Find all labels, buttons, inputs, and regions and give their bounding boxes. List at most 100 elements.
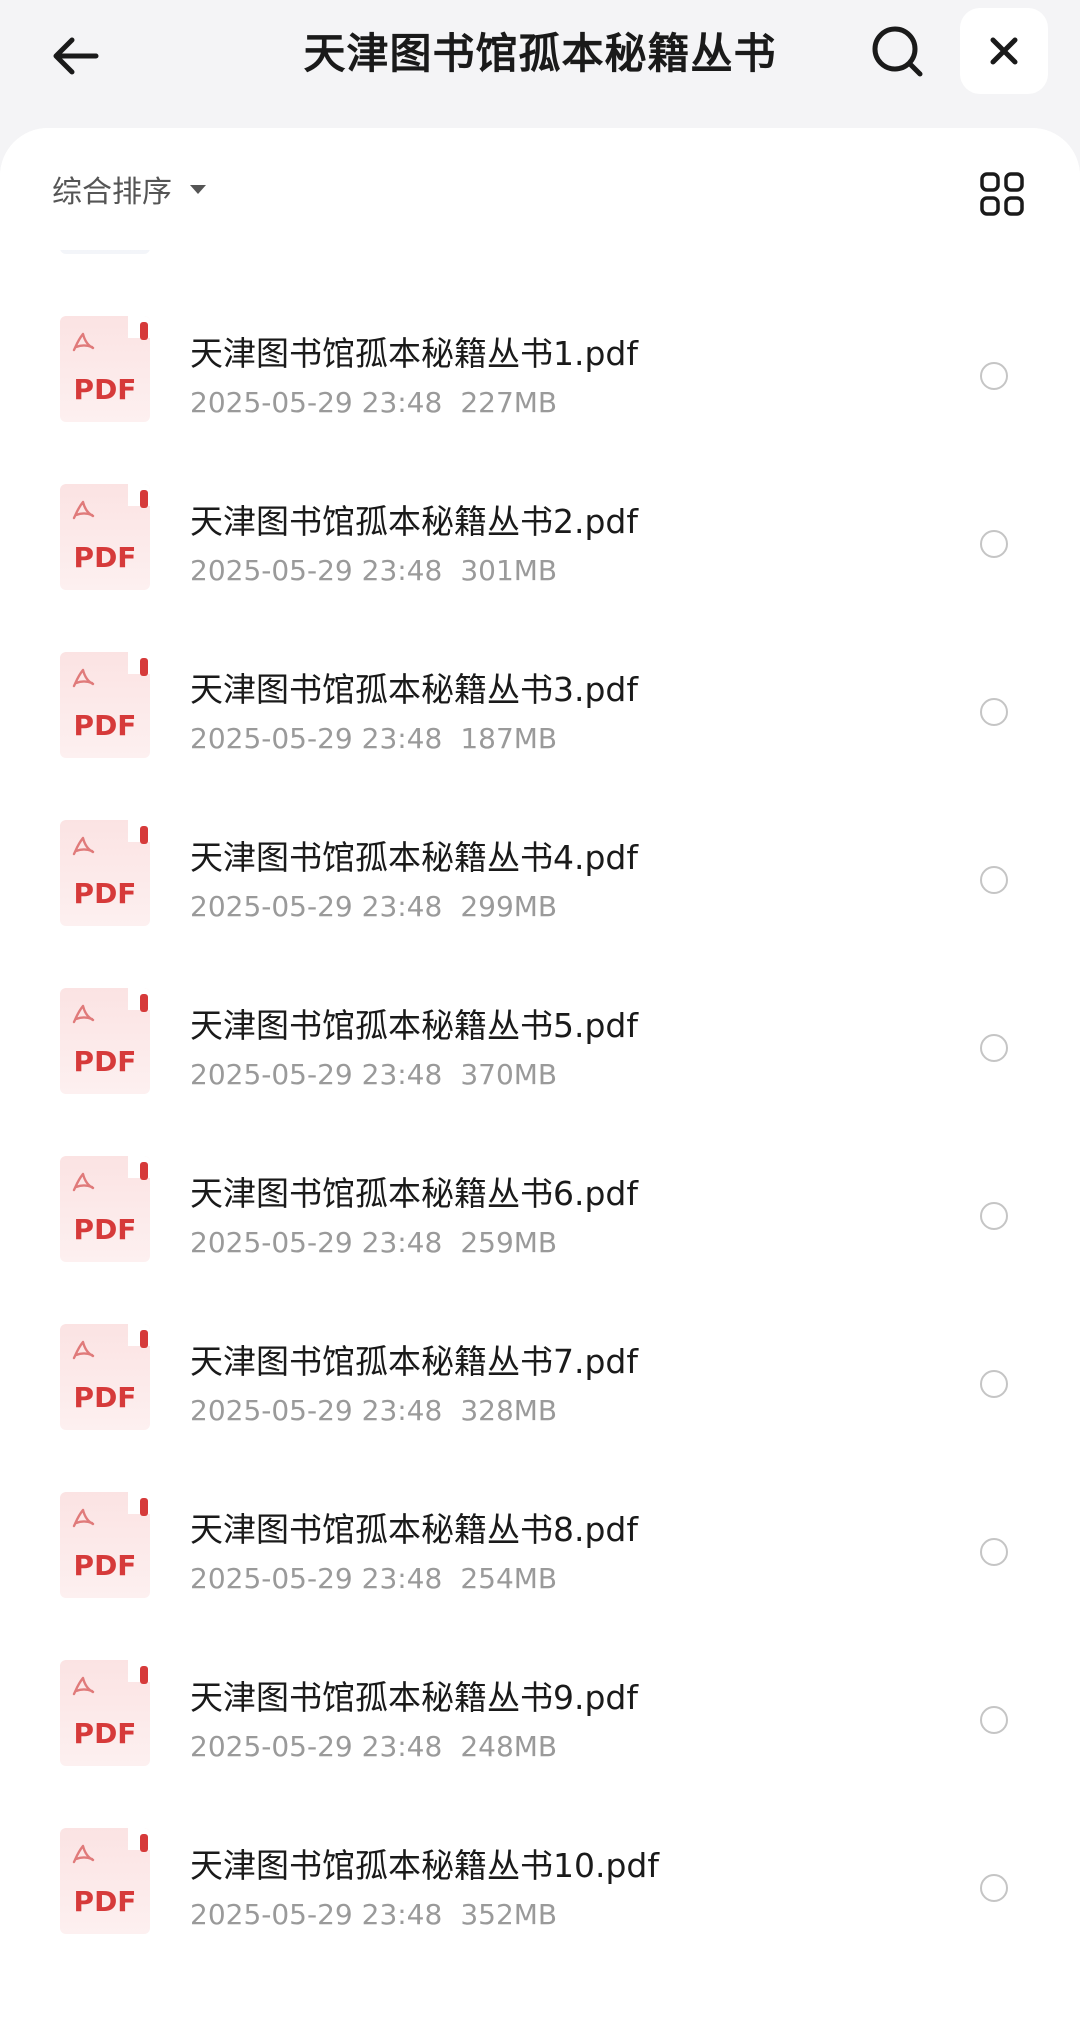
file-date: 2025-05-29 23:48 — [190, 1562, 443, 1595]
search-button[interactable] — [862, 16, 934, 88]
file-type-label: PDF — [73, 877, 137, 910]
file-size: 328MB — [460, 1394, 558, 1427]
file-name: 天津图书馆孤本秘籍丛书2.pdf — [190, 500, 638, 544]
file-name-text: 天津图书馆孤本秘籍丛书4.pdf — [190, 838, 638, 877]
file-row[interactable]: PDF 天津图书馆孤本秘籍丛书5.pdf 2025-05-29 23:48 370MB — [0, 954, 1080, 1122]
pdf-file-icon: PDF — [60, 484, 150, 590]
file-row[interactable]: PDF 天津图书馆孤本秘籍丛书1.pdf 2025-05-29 23:48 227MB — [0, 282, 1080, 450]
file-name: 天津图书馆孤本秘籍丛书9.pdf — [190, 1676, 638, 1720]
select-checkbox[interactable] — [980, 362, 1008, 390]
file-list: TXT天津图书馆孤本秘籍丛书目录.txt上次2025-05-29 23:485.… — [0, 128, 1080, 1962]
file-name-text: 天津图书馆孤本秘籍丛书6.pdf — [190, 1174, 638, 1213]
file-name: 天津图书馆孤本秘籍丛书7.pdf — [190, 1340, 638, 1384]
file-meta: 2025-05-29 23:48 299MB — [190, 890, 557, 923]
file-date: 2025-05-29 23:48 — [190, 722, 443, 755]
file-meta: 2025-05-29 23:48 370MB — [190, 1058, 557, 1091]
file-type-label: PDF — [73, 541, 137, 574]
select-checkbox[interactable] — [980, 530, 1008, 558]
pdf-file-icon: PDF — [60, 988, 150, 1094]
grid-view-button[interactable] — [972, 164, 1032, 224]
file-type-label: PDF — [73, 1549, 137, 1582]
file-date: 2025-05-29 23:48 — [190, 1394, 443, 1427]
file-size: 301MB — [460, 554, 558, 587]
file-meta: 2025-05-29 23:48 187MB — [190, 722, 557, 755]
file-row[interactable]: PDF 天津图书馆孤本秘籍丛书2.pdf 2025-05-29 23:48 301MB — [0, 450, 1080, 618]
file-meta: 2025-05-29 23:48 259MB — [190, 1226, 557, 1259]
file-name-text: 天津图书馆孤本秘籍丛书9.pdf — [190, 1678, 638, 1717]
file-type-label: PDF — [73, 1213, 137, 1246]
file-date: 2025-05-29 23:48 — [190, 386, 443, 419]
back-button[interactable] — [40, 20, 112, 92]
file-name-text: 天津图书馆孤本秘籍丛书5.pdf — [190, 1006, 638, 1045]
file-date: 2025-05-29 23:48 — [190, 554, 443, 587]
file-name-text: 天津图书馆孤本秘籍丛书1.pdf — [190, 334, 638, 373]
select-checkbox[interactable] — [980, 866, 1008, 894]
pdf-file-icon: PDF — [60, 652, 150, 758]
page-title: 天津图书馆孤本秘籍丛书 — [303, 29, 777, 78]
file-date: 2025-05-29 23:48 — [190, 1730, 443, 1763]
file-size: 227MB — [460, 386, 558, 419]
file-list-panel: 综合排序 TXT天津图书馆孤本秘籍丛书目录.txt上次2025-05-29 23… — [0, 128, 1080, 2041]
file-name-text: 天津图书馆孤本秘籍丛书2.pdf — [190, 502, 638, 541]
file-name: 天津图书馆孤本秘籍丛书5.pdf — [190, 1004, 638, 1048]
file-row[interactable]: PDF 天津图书馆孤本秘籍丛书8.pdf 2025-05-29 23:48 254MB — [0, 1458, 1080, 1626]
file-row[interactable]: PDF 天津图书馆孤本秘籍丛书4.pdf 2025-05-29 23:48 299MB — [0, 786, 1080, 954]
file-meta: 2025-05-29 23:48 328MB — [190, 1394, 557, 1427]
select-checkbox[interactable] — [980, 1034, 1008, 1062]
file-row[interactable]: PDF 天津图书馆孤本秘籍丛书3.pdf 2025-05-29 23:48 187MB — [0, 618, 1080, 786]
file-row[interactable]: PDF 天津图书馆孤本秘籍丛书7.pdf 2025-05-29 23:48 328MB — [0, 1290, 1080, 1458]
file-size: 352MB — [460, 1898, 558, 1931]
file-date: 2025-05-29 23:48 — [190, 1058, 443, 1091]
file-row[interactable]: PDF 天津图书馆孤本秘籍丛书10.pdf 2025-05-29 23:48 352M… — [0, 1794, 1080, 1962]
close-button[interactable] — [960, 8, 1048, 94]
file-type-label: PDF — [73, 1717, 137, 1750]
pdf-file-icon: PDF — [60, 1828, 150, 1934]
pdf-file-icon: PDF — [60, 1324, 150, 1430]
sort-bar: 综合排序 — [0, 128, 1080, 250]
file-size: 370MB — [460, 1058, 558, 1091]
file-name: 天津图书馆孤本秘籍丛书10.pdf — [190, 1844, 659, 1888]
pdf-file-icon: PDF — [60, 1660, 150, 1766]
file-size: 254MB — [460, 1562, 558, 1595]
file-date: 2025-05-29 23:48 — [190, 890, 443, 923]
file-name: 天津图书馆孤本秘籍丛书4.pdf — [190, 836, 638, 880]
select-checkbox[interactable] — [980, 1538, 1008, 1566]
file-name: 天津图书馆孤本秘籍丛书6.pdf — [190, 1172, 638, 1216]
sort-label: 综合排序 — [52, 175, 172, 210]
select-checkbox[interactable] — [980, 1202, 1008, 1230]
pdf-file-icon: PDF — [60, 1492, 150, 1598]
file-row[interactable]: PDF 天津图书馆孤本秘籍丛书9.pdf 2025-05-29 23:48 248MB — [0, 1626, 1080, 1794]
file-name: 天津图书馆孤本秘籍丛书1.pdf — [190, 332, 638, 376]
file-size: 248MB — [460, 1730, 558, 1763]
file-name: 天津图书馆孤本秘籍丛书8.pdf — [190, 1508, 638, 1552]
file-type-label: PDF — [73, 1381, 137, 1414]
file-name-text: 天津图书馆孤本秘籍丛书10.pdf — [190, 1846, 659, 1885]
pdf-file-icon: PDF — [60, 1156, 150, 1262]
pdf-file-icon: PDF — [60, 820, 150, 926]
caret-down-icon — [190, 184, 206, 194]
file-row[interactable]: PDF 天津图书馆孤本秘籍丛书6.pdf 2025-05-29 23:48 259MB — [0, 1122, 1080, 1290]
select-checkbox[interactable] — [980, 1706, 1008, 1734]
search-icon — [872, 26, 923, 77]
file-name-text: 天津图书馆孤本秘籍丛书7.pdf — [190, 1342, 638, 1381]
select-checkbox[interactable] — [980, 698, 1008, 726]
file-type-label: PDF — [73, 1045, 137, 1078]
sort-dropdown[interactable]: 综合排序 — [52, 164, 206, 214]
file-meta: 2025-05-29 23:48 248MB — [190, 1730, 557, 1763]
arrow-left-icon — [53, 37, 99, 75]
select-checkbox[interactable] — [980, 1370, 1008, 1398]
file-type-label: PDF — [73, 373, 137, 406]
file-meta: 2025-05-29 23:48 301MB — [190, 554, 557, 587]
file-date: 2025-05-29 23:48 — [190, 1898, 443, 1931]
file-name-text: 天津图书馆孤本秘籍丛书3.pdf — [190, 670, 638, 709]
file-date: 2025-05-29 23:48 — [190, 1226, 443, 1259]
pdf-file-icon: PDF — [60, 316, 150, 422]
grid-view-icon — [980, 172, 1024, 216]
file-meta: 2025-05-29 23:48 352MB — [190, 1898, 557, 1931]
file-meta: 2025-05-29 23:48 227MB — [190, 386, 557, 419]
select-checkbox[interactable] — [980, 1874, 1008, 1902]
file-size: 299MB — [460, 890, 558, 923]
file-size: 259MB — [460, 1226, 558, 1259]
file-name: 天津图书馆孤本秘籍丛书3.pdf — [190, 668, 638, 712]
file-type-label: PDF — [73, 709, 137, 742]
